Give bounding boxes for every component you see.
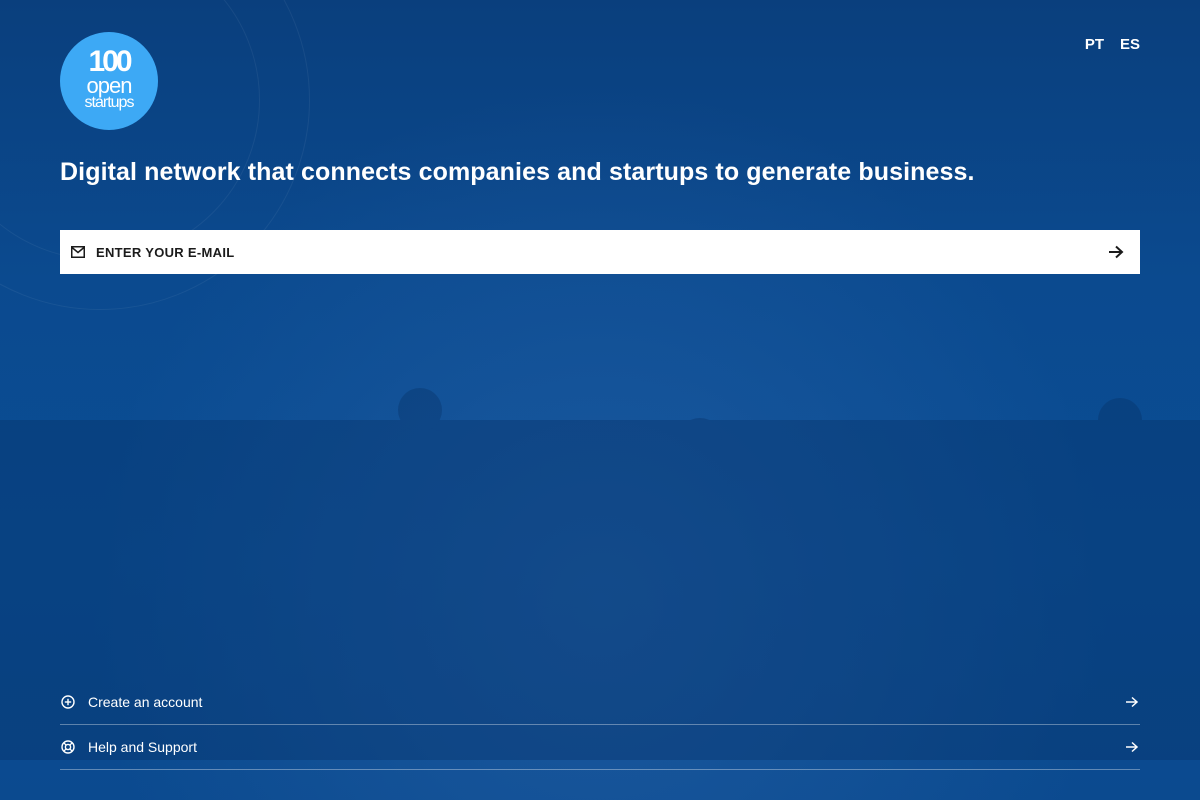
lifebuoy-icon — [60, 739, 76, 755]
language-pt-link[interactable]: PT — [1085, 36, 1104, 53]
help-support-label: Help and Support — [88, 739, 197, 755]
create-account-label: Create an account — [88, 694, 203, 710]
open-startups-logo[interactable]: 100 open startups — [60, 32, 158, 130]
mail-icon — [70, 244, 86, 260]
page-headline: Digital network that connects companies … — [60, 158, 975, 186]
create-account-link[interactable]: Create an account — [60, 680, 1140, 725]
help-support-link[interactable]: Help and Support — [60, 725, 1140, 770]
arrow-right-icon — [1124, 694, 1140, 710]
email-input[interactable] — [96, 244, 1104, 260]
arrow-right-icon[interactable] — [1104, 240, 1128, 264]
language-switcher: PT ES — [1085, 36, 1140, 53]
language-es-link[interactable]: ES — [1120, 36, 1140, 53]
arrow-right-icon — [1124, 739, 1140, 755]
logo-word-startups: startups — [84, 94, 135, 111]
email-form — [60, 230, 1140, 274]
plus-circle-icon — [60, 694, 76, 710]
footer-links: Create an account Help and Support — [60, 680, 1140, 770]
